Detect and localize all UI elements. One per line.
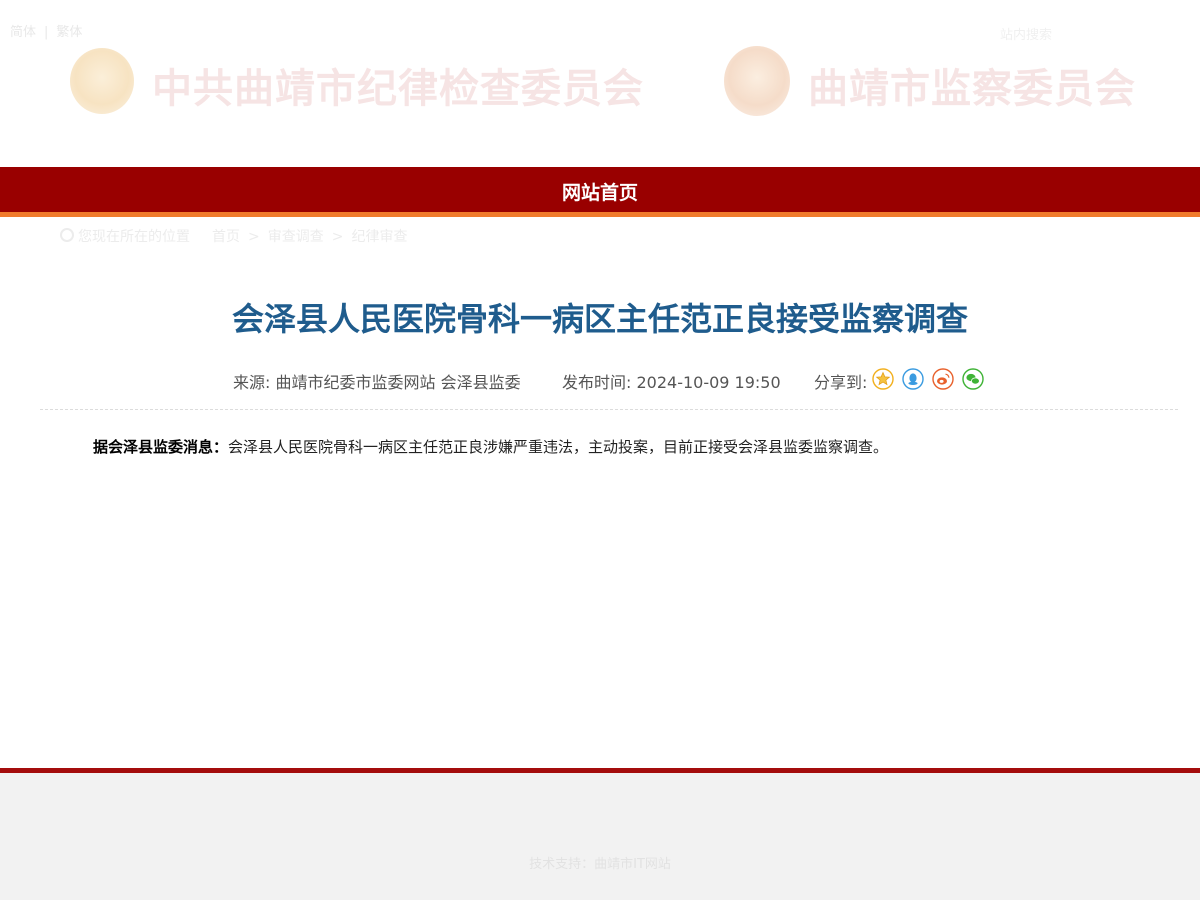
qq-icon[interactable] (902, 368, 924, 390)
nav-underline (0, 212, 1200, 217)
site-footer: 技术支持：曲靖市IT网站 (0, 773, 1200, 900)
breadcrumb-home-link[interactable]: 首页 (212, 229, 240, 245)
article-body: 据会泽县监委消息：会泽县人民医院骨科一病区主任范正良涉嫌严重违法，主动投案，目前… (93, 436, 888, 457)
article-text: 会泽县人民医院骨科一病区主任范正良涉嫌严重违法，主动投案，目前正接受会泽县监委监… (228, 438, 889, 456)
party-emblem-icon (70, 48, 134, 114)
article-publish-time: 发布时间: 2024-10-09 19:50 (562, 373, 781, 392)
article-title: 会泽县人民医院骨科一病区主任范正良接受监察调查 (231, 300, 968, 338)
breadcrumb-subcategory-link[interactable]: 纪律审查 (351, 229, 407, 245)
breadcrumb-prefix: 您现在所在的位置 (78, 229, 190, 245)
language-switch: 简体 | 繁体 (10, 21, 82, 40)
wechat-icon[interactable] (962, 368, 984, 390)
weibo-icon[interactable] (932, 368, 954, 390)
site-header: 简体 | 繁体 站内搜索 中共曲靖市纪律检查委员会 曲靖市监察委员会 (0, 0, 1200, 166)
meta-divider (40, 409, 1178, 410)
breadcrumb: 您现在所在的位置 首页 > 审查调查 > 纪律审查 (60, 226, 407, 246)
favorite-star-icon[interactable] (872, 368, 894, 390)
article-lead: 据会泽县监委消息： (93, 438, 229, 456)
search-input[interactable]: 站内搜索 (1000, 24, 1052, 43)
breadcrumb-category-link[interactable]: 审查调查 (268, 229, 324, 245)
footer-support-text: 技术支持：曲靖市IT网站 (529, 857, 671, 872)
breadcrumb-separator: > (331, 229, 344, 245)
org-name-left: 中共曲靖市纪律检查委员会 (152, 65, 644, 112)
org-name-right: 曲靖市监察委员会 (808, 65, 1136, 112)
breadcrumb-separator: > (248, 229, 260, 245)
lang-separator: | (44, 25, 49, 40)
article-meta: 来源: 曲靖市纪委市监委网站 会泽县监委 发布时间: 2024-10-09 19… (0, 366, 1200, 392)
national-emblem-icon (724, 46, 790, 116)
lang-traditional-link[interactable]: 繁体 (56, 25, 82, 40)
location-pin-icon (60, 228, 74, 242)
lang-simplified-link[interactable]: 简体 (10, 25, 36, 40)
main-nav: 网站首页 (0, 167, 1200, 212)
nav-home-link[interactable]: 网站首页 (0, 178, 1200, 205)
share-label: 分享到: (814, 373, 868, 392)
article-source: 来源: 曲靖市纪委市监委网站 会泽县监委 (233, 373, 521, 392)
